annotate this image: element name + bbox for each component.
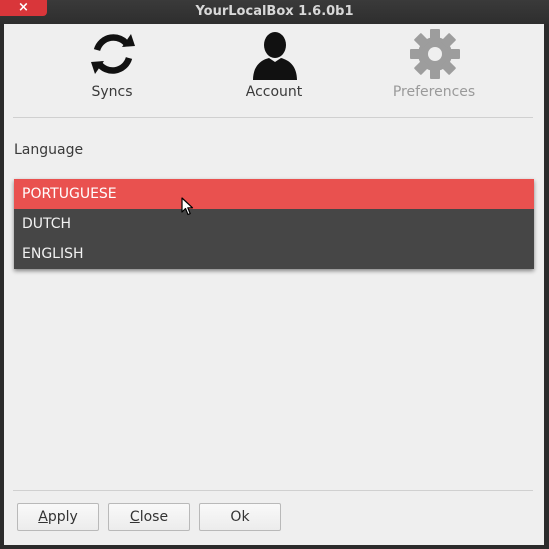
footer-divider <box>13 490 533 491</box>
tab-account-label: Account <box>245 84 303 100</box>
language-option-portuguese[interactable]: PORTUGUESE <box>14 179 534 209</box>
apply-label-rest: pply <box>47 509 78 525</box>
tab-preferences[interactable]: Preferences <box>364 24 504 110</box>
title-bar: × YourLocalBox 1.6.0b1 <box>0 0 549 24</box>
language-label: Language <box>14 142 84 158</box>
mouse-pointer-icon <box>181 197 195 217</box>
language-option-english[interactable]: ENGLISH <box>14 239 534 269</box>
sync-icon <box>87 28 139 80</box>
tab-preferences-label: Preferences <box>392 84 476 100</box>
tab-syncs[interactable]: Syncs <box>42 24 182 110</box>
language-dropdown-list[interactable]: PORTUGUESE DUTCH ENGLISH <box>14 179 534 269</box>
apply-mnemonic: A <box>38 509 48 525</box>
apply-button[interactable]: Apply <box>17 503 99 531</box>
close-mnemonic: C <box>129 509 140 525</box>
preferences-window: Syncs Account Preferences Language PORTU… <box>4 24 544 545</box>
window-title: YourLocalBox 1.6.0b1 <box>195 4 354 19</box>
tab-syncs-label: Syncs <box>91 84 133 100</box>
toolbar-divider <box>13 117 533 118</box>
tab-account[interactable]: Account <box>204 24 344 110</box>
gear-icon <box>409 28 461 80</box>
close-label-rest: lose <box>139 509 169 525</box>
language-option-dutch[interactable]: DUTCH <box>14 209 534 239</box>
close-button[interactable]: Close <box>108 503 190 531</box>
user-icon <box>249 28 301 80</box>
settings-toolbar: Syncs Account Preferences <box>4 24 544 110</box>
ok-button[interactable]: Ok <box>199 503 281 531</box>
